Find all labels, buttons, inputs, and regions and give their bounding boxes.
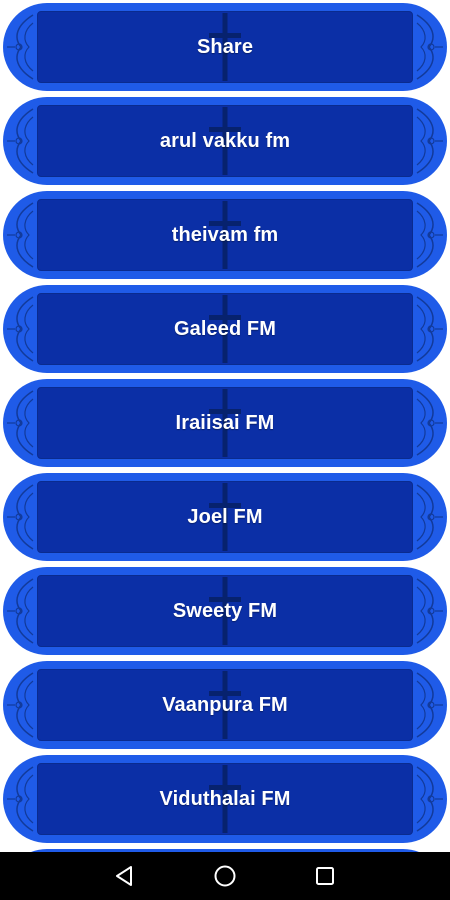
station-list: Share arul vakku fm theivam fm Galeed FM…: [0, 0, 450, 852]
button-label: arul vakku fm: [159, 129, 291, 152]
button-label: theivam fm: [171, 223, 279, 246]
button-label: Viduthalai FM: [159, 787, 291, 810]
station-button-iraiisai-fm[interactable]: Iraiisai FM: [3, 379, 447, 467]
station-button-galeed-fm[interactable]: Galeed FM: [3, 285, 447, 373]
button-label: Joel FM: [187, 505, 263, 528]
recents-icon[interactable]: [309, 860, 341, 892]
button-label: Sweety FM: [172, 599, 278, 622]
back-icon[interactable]: [109, 860, 141, 892]
station-button-vaanpura-fm[interactable]: Vaanpura FM: [3, 661, 447, 749]
station-button-theivam-fm[interactable]: theivam fm: [3, 191, 447, 279]
station-button-joel-fm[interactable]: Joel FM: [3, 473, 447, 561]
system-navigation-bar: [0, 852, 450, 900]
button-label: Vaanpura FM: [162, 693, 288, 716]
station-button-sweety-fm[interactable]: Sweety FM: [3, 567, 447, 655]
home-icon[interactable]: [209, 860, 241, 892]
station-button-arul-vakku-fm[interactable]: arul vakku fm: [3, 97, 447, 185]
share-button[interactable]: Share: [3, 3, 447, 91]
button-label: Share: [196, 35, 254, 58]
station-button-viduthalai-fm[interactable]: Viduthalai FM: [3, 755, 447, 843]
button-label: Iraiisai FM: [175, 411, 275, 434]
button-label: Galeed FM: [173, 317, 277, 340]
